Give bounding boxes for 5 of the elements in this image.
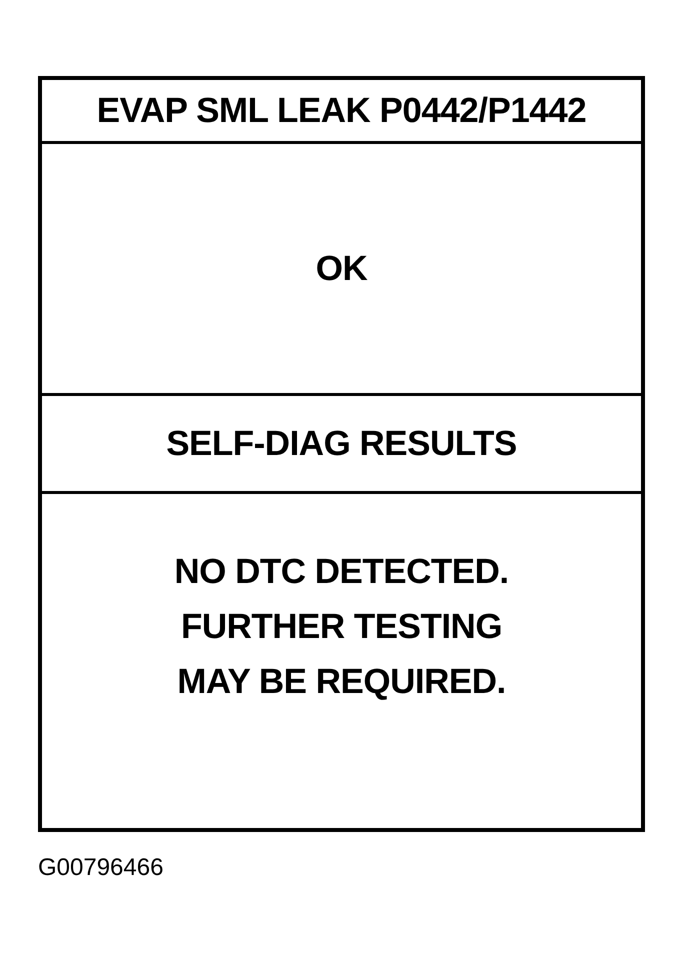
message-text: NO DTC DETECTED. FURTHER TESTING MAY BE REQUIRED. bbox=[174, 551, 509, 703]
section-heading: SELF-DIAG RESULTS bbox=[166, 422, 517, 464]
status-text: OK bbox=[316, 248, 368, 290]
screen-title: EVAP SML LEAK P0442/P1442 bbox=[96, 90, 586, 132]
figure-id: G00796466 bbox=[38, 854, 164, 881]
